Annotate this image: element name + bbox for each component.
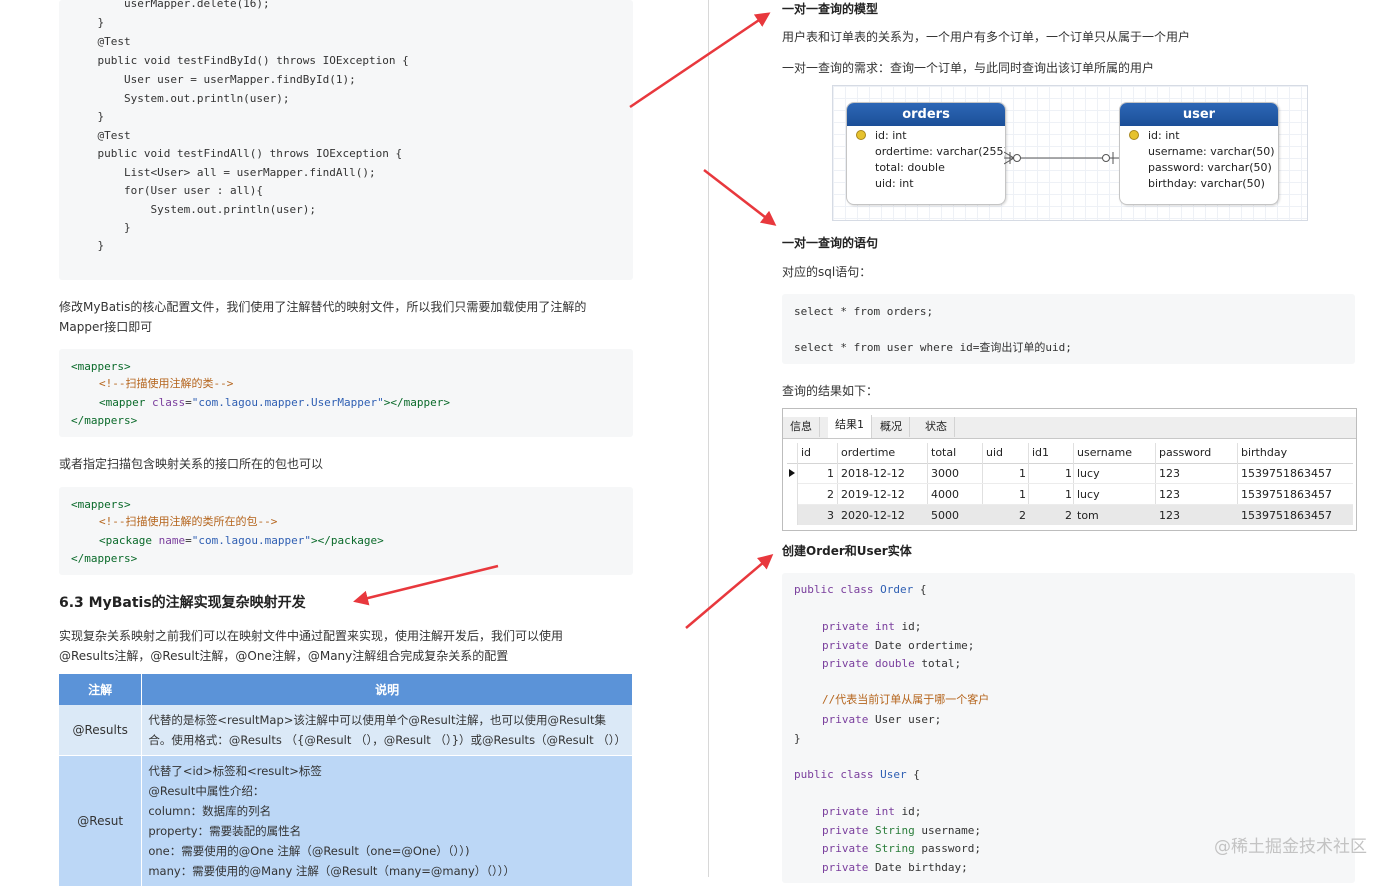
arrow-to-section-heading: [353, 564, 499, 606]
watermark: @稀土掘金技术社区: [1214, 837, 1367, 857]
annotation-arrows: [353, 12, 777, 629]
arrow-to-entity-heading: [685, 554, 774, 629]
arrow-to-sql-heading: [703, 169, 777, 226]
arrow-to-model-heading: [629, 12, 771, 109]
